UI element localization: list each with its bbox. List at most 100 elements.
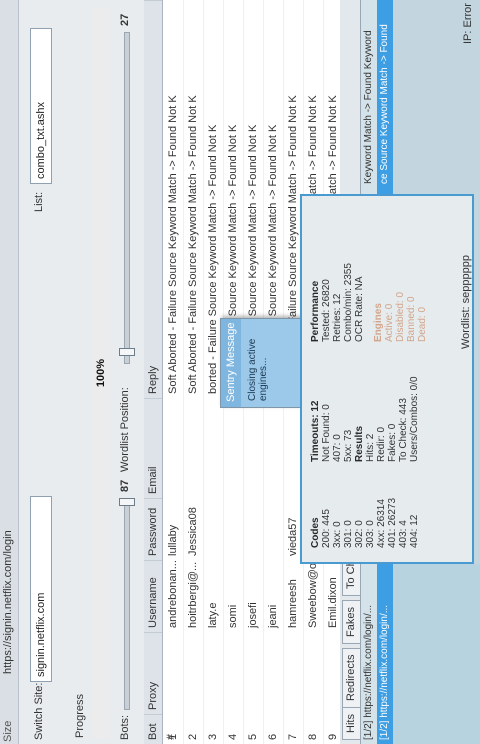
cell-pass: lullaby bbox=[167, 524, 179, 556]
cell-proxy bbox=[303, 632, 323, 714]
progress-text: 100% bbox=[95, 358, 107, 388]
col-header[interactable]: Password bbox=[144, 498, 162, 560]
stat: Fakes: 0 bbox=[387, 423, 398, 462]
col-header[interactable]: Bot # bbox=[144, 714, 177, 744]
cell-pass bbox=[243, 498, 263, 560]
table-row[interactable]: 1 andrebonan... lullaby Soft Aborted - Fail… bbox=[163, 0, 184, 744]
stat: 407: 0 bbox=[332, 434, 343, 462]
switch-site-label: Switch Site: bbox=[33, 682, 45, 740]
cell-bot: 8 bbox=[307, 733, 319, 740]
list-label: List: bbox=[33, 191, 45, 212]
tab-redirects[interactable]: Redirects bbox=[342, 647, 360, 708]
cell-email bbox=[243, 398, 263, 498]
stat: Dead: 0 bbox=[417, 306, 428, 342]
cell-bot: 4 bbox=[227, 733, 239, 740]
stat: 403: 4 bbox=[398, 520, 409, 548]
tab-hits[interactable]: Hits bbox=[342, 707, 360, 740]
hit-line-right: Keyword Match -> Found Keyword bbox=[363, 30, 374, 184]
stat: Retries: 12 bbox=[332, 293, 343, 342]
size-label: Size bbox=[2, 720, 14, 742]
performance-section: Performance Tested: 26820 Retries: 12 Co… bbox=[310, 222, 428, 342]
cell-user: Sweebow@o bbox=[307, 563, 319, 628]
grid-header: Bot # Proxy Username Password Email Repl… bbox=[144, 0, 177, 744]
cell-proxy bbox=[163, 632, 183, 714]
bots-slider[interactable] bbox=[124, 498, 130, 710]
hit-line[interactable]: [1/2] https://netflix.com/login/... bbox=[378, 605, 392, 740]
cell-email bbox=[163, 398, 183, 498]
stat: 5xx: 73 bbox=[343, 429, 354, 462]
results-title: Results bbox=[354, 425, 365, 462]
stat: Users/Combos: 0/0 bbox=[409, 376, 420, 462]
stat: Hits: 2 bbox=[365, 433, 376, 462]
stat: Redir: 0 bbox=[376, 426, 387, 462]
stat: 404: 12 bbox=[409, 514, 420, 548]
col-header[interactable]: Email bbox=[144, 398, 162, 498]
timeouts-section: Timeouts: 12 Not Found: 0 407: 0 5xx: 73… bbox=[310, 372, 420, 462]
stat: Not Found: 0 bbox=[321, 404, 332, 462]
cell-proxy bbox=[223, 632, 243, 714]
bots-label: Bots: bbox=[119, 714, 131, 740]
cell-user: somi bbox=[227, 604, 239, 628]
cell-user: hoitrbergi@... bbox=[187, 561, 199, 628]
cell-pass bbox=[223, 498, 243, 560]
list-input[interactable]: combo_txt.ashx bbox=[30, 28, 52, 184]
stat: 303: 0 bbox=[365, 520, 376, 548]
cell-email bbox=[223, 398, 243, 498]
col-header[interactable]: Username bbox=[144, 560, 162, 632]
progress-label: Progress bbox=[74, 693, 86, 738]
stat: Banned: 0 bbox=[406, 296, 417, 342]
hit-line-right: ce Source Keyword Match -> Found bbox=[379, 24, 390, 184]
col-header[interactable]: Reply bbox=[144, 0, 162, 398]
timeouts-title: Timeouts: 12 bbox=[310, 400, 321, 463]
stat: OCR Rate: NA bbox=[354, 276, 365, 342]
cell-proxy bbox=[183, 632, 203, 714]
wordlist-slider-thumb[interactable] bbox=[119, 348, 135, 356]
dialog-title: Sentry Message bbox=[221, 319, 241, 407]
performance-title: Performance bbox=[310, 280, 321, 342]
bots-value: 87 bbox=[119, 479, 131, 492]
hits-empty-area bbox=[393, 564, 480, 744]
site-row: Switch Site: signin.netflix.com List: co… bbox=[22, 0, 60, 744]
stat: 301: 0 bbox=[343, 520, 354, 548]
stats-panel: Codes 200: 445 3xx: 0 301: 0 302: 0 303:… bbox=[300, 194, 474, 564]
cell-proxy bbox=[283, 632, 303, 714]
bots-slider-thumb[interactable] bbox=[119, 498, 135, 506]
cell-bot: 6 bbox=[267, 733, 279, 740]
wordlist-position-value: 27 bbox=[119, 13, 131, 26]
wordlist-slider[interactable] bbox=[124, 32, 130, 364]
stat: Active: 0 bbox=[384, 303, 395, 342]
codes-section: Codes 200: 445 3xx: 0 301: 0 302: 0 303:… bbox=[310, 478, 420, 548]
cell-email bbox=[263, 398, 283, 498]
main-window: Size https://signin.netflix.com/login Sw… bbox=[0, 0, 480, 744]
tab-fakes[interactable]: Fakes bbox=[342, 600, 360, 644]
stat: Tested: 26820 bbox=[321, 279, 332, 342]
cell-pass bbox=[263, 498, 283, 560]
bots-row: Bots: 87 Wordlist Position: 27 bbox=[114, 0, 138, 744]
stat: Combo/min: 2355 bbox=[343, 263, 354, 342]
cell-reply: Soft Aborted - Failure Source Keyword Ma… bbox=[167, 95, 179, 394]
cell-bot: 7 bbox=[287, 733, 299, 740]
cell-proxy bbox=[203, 632, 223, 714]
hit-line[interactable]: [1/2] https://netflix.com/login/... bbox=[362, 605, 376, 740]
table-row[interactable]: 2 hoitrbergi@... Jessica08 Soft Aborted - F… bbox=[183, 0, 204, 744]
site-input[interactable]: signin.netflix.com bbox=[30, 496, 52, 682]
stat: 302: 0 bbox=[354, 520, 365, 548]
cell-email bbox=[203, 398, 223, 498]
cell-user: josefi bbox=[247, 602, 259, 628]
stat: 4xx: 26314 bbox=[376, 499, 387, 548]
engines-title: Engines bbox=[373, 303, 384, 342]
col-header[interactable]: Proxy bbox=[144, 632, 162, 714]
stat: 401: 26273 bbox=[387, 497, 398, 548]
cell-proxy bbox=[243, 632, 263, 714]
cell-reply: Soft Aborted - Failure Source Keyword Ma… bbox=[187, 95, 199, 394]
codes-title: Codes bbox=[310, 517, 321, 548]
ip-error-status: IP: Error bbox=[462, 3, 474, 44]
stat: 3xx: 0 bbox=[332, 521, 343, 548]
cell-email bbox=[183, 398, 203, 498]
cell-user: laty.e bbox=[207, 602, 219, 628]
cell-bot: 1 bbox=[167, 733, 179, 740]
cell-bot: 2 bbox=[187, 733, 199, 740]
stat: Disabled: 0 bbox=[395, 291, 406, 342]
cell-pass bbox=[203, 498, 223, 560]
window-title: https://signin.netflix.com/login bbox=[2, 530, 14, 674]
